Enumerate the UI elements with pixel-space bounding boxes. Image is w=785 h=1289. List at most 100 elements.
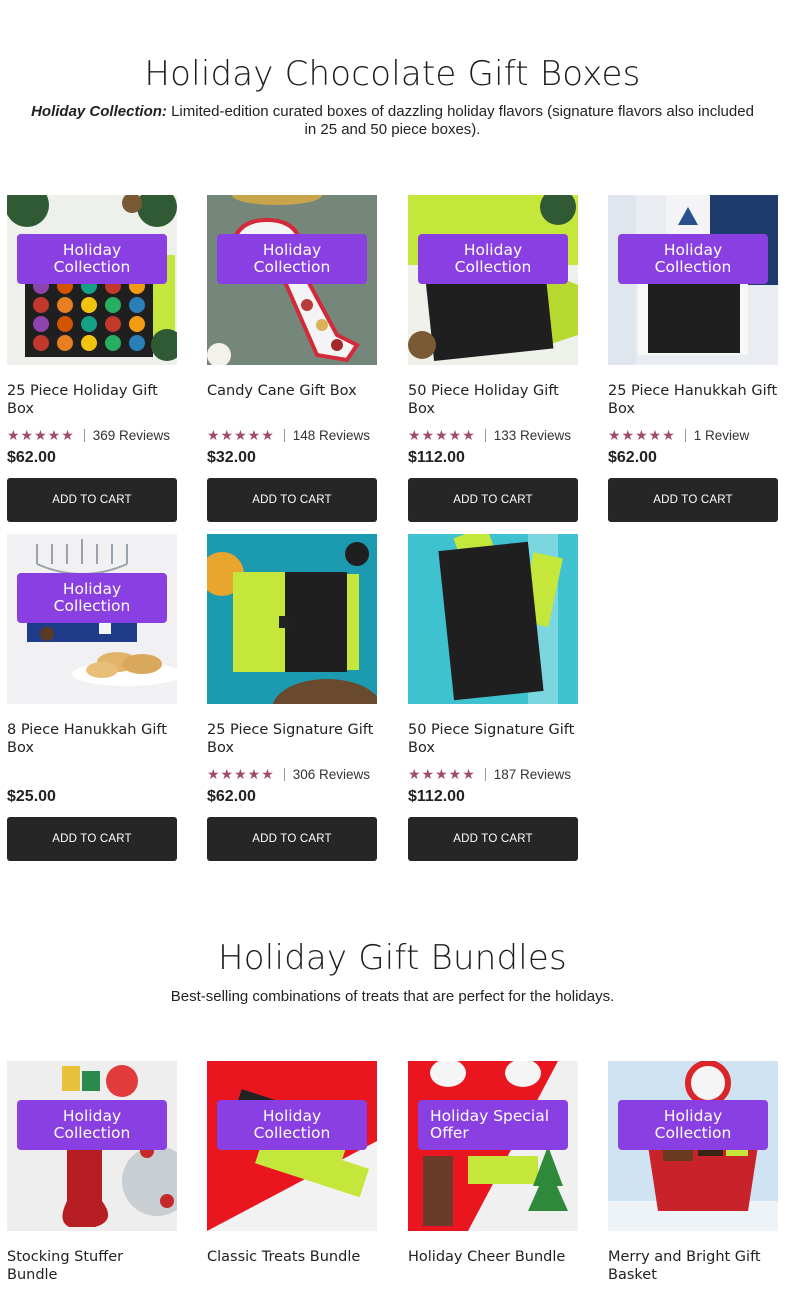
chocolate-piece xyxy=(33,335,49,351)
chocolate-piece xyxy=(81,316,97,332)
product-name[interactable]: 25 Piece Hanukkah Gift Box xyxy=(608,382,778,418)
product-image-link[interactable]: Holiday Collection xyxy=(608,195,778,365)
star-rating-icon: ★★★★★ xyxy=(408,426,476,443)
chocolate-piece xyxy=(105,335,121,351)
section-title-gift-boxes: Holiday Chocolate Gift Boxes xyxy=(144,54,641,94)
product-image-link[interactable] xyxy=(207,534,377,704)
chocolate-piece xyxy=(129,335,145,351)
review-count: 148 Reviews xyxy=(292,427,371,443)
product-rating[interactable]: ★★★★★ 369 Reviews xyxy=(7,426,177,444)
product-name[interactable]: Stocking Stuffer Bundle xyxy=(7,1248,177,1284)
product-card: Holiday Collection 8 Piece Hanukkah Gift… xyxy=(7,534,177,861)
product-rating[interactable]: ★★★★★ 1 Review xyxy=(608,426,778,444)
product-image-link[interactable]: Holiday Collection xyxy=(408,195,578,365)
review-count: 369 Reviews xyxy=(92,427,171,443)
product-image xyxy=(408,534,578,704)
bundle-image-link[interactable]: Holiday Collection xyxy=(207,1061,377,1231)
product-rating[interactable]: ★★★★★ 306 Reviews xyxy=(207,765,377,783)
bundle-card: Holiday Collection Classic Treats Bundle xyxy=(207,1061,377,1284)
product-image xyxy=(207,534,377,704)
add-to-cart-button[interactable]: ADD TO CART xyxy=(608,478,778,522)
product-card: 50 Piece Signature Gift Box ★★★★★ 187 Re… xyxy=(408,534,578,861)
holiday-collection-badge: Holiday Collection xyxy=(618,234,768,284)
product-name[interactable]: Classic Treats Bundle xyxy=(207,1248,377,1284)
divider xyxy=(484,767,486,781)
chocolate-piece xyxy=(129,297,145,313)
product-price: $112.00 xyxy=(408,449,465,466)
product-name[interactable]: 25 Piece Signature Gift Box xyxy=(207,721,377,757)
product-image-link[interactable]: Holiday Collection xyxy=(7,534,177,704)
chocolate-piece xyxy=(57,316,73,332)
chocolate-piece xyxy=(129,316,145,332)
holiday-collection-badge: Holiday Collection xyxy=(17,573,167,623)
chocolate-piece xyxy=(105,297,121,313)
bundle-card: Holiday Special Offer Holiday Cheer Bund… xyxy=(408,1061,578,1284)
product-card: 25 Piece Signature Gift Box ★★★★★ 306 Re… xyxy=(207,534,377,861)
holiday-special-offer-badge: Holiday Special Offer xyxy=(418,1100,568,1150)
product-image-link[interactable]: Holiday Collection xyxy=(207,195,377,365)
product-image-link[interactable]: Holiday Collection xyxy=(7,195,177,365)
holiday-collection-badge: Holiday Collection xyxy=(618,1100,768,1150)
product-rating[interactable]: ★★★★★ 133 Reviews xyxy=(408,426,578,444)
divider xyxy=(83,428,85,442)
product-rating[interactable]: ★★★★★ 187 Reviews xyxy=(408,765,578,783)
holiday-collection-badge: Holiday Collection xyxy=(217,234,367,284)
description-highlight: Holiday Collection: xyxy=(31,103,167,120)
chocolate-piece xyxy=(57,297,73,313)
divider xyxy=(283,767,285,781)
chocolate-piece xyxy=(33,297,49,313)
description-text: Limited-edition curated boxes of dazzlin… xyxy=(166,103,754,138)
add-to-cart-button[interactable]: ADD TO CART xyxy=(408,817,578,861)
product-name[interactable]: 50 Piece Holiday Gift Box xyxy=(408,382,578,418)
divider xyxy=(684,428,686,442)
star-rating-icon: ★★★★★ xyxy=(207,765,275,782)
product-price: $112.00 xyxy=(408,788,465,805)
chocolate-piece xyxy=(105,316,121,332)
holiday-collection-badge: Holiday Collection xyxy=(217,1100,367,1150)
add-to-cart-button[interactable]: ADD TO CART xyxy=(408,478,578,522)
add-to-cart-button[interactable]: ADD TO CART xyxy=(207,478,377,522)
product-card: Holiday Collection 25 Piece Holiday Gift… xyxy=(7,195,177,522)
chocolate-piece xyxy=(81,297,97,313)
product-name[interactable]: Merry and Bright Gift Basket xyxy=(608,1248,778,1284)
divider xyxy=(283,428,285,442)
star-rating-icon: ★★★★★ xyxy=(7,426,75,443)
review-count: 1 Review xyxy=(693,427,750,443)
review-count: 306 Reviews xyxy=(292,766,371,782)
bundle-image-link[interactable]: Holiday Special Offer xyxy=(408,1061,578,1231)
product-name[interactable]: Candy Cane Gift Box xyxy=(207,382,377,418)
product-price: $62.00 xyxy=(207,788,256,805)
chocolate-piece xyxy=(33,316,49,332)
product-name[interactable]: 50 Piece Signature Gift Box xyxy=(408,721,578,757)
bundle-image-link[interactable]: Holiday Collection xyxy=(7,1061,177,1231)
divider xyxy=(484,428,486,442)
product-card: Holiday Collection Candy Cane Gift Box ★… xyxy=(207,195,377,522)
star-rating-icon: ★★★★★ xyxy=(207,426,275,443)
product-card: Holiday Collection 50 Piece Holiday Gift… xyxy=(408,195,578,522)
product-name[interactable]: 25 Piece Holiday Gift Box xyxy=(7,382,177,418)
product-image-link[interactable] xyxy=(408,534,578,704)
product-name[interactable]: 8 Piece Hanukkah Gift Box xyxy=(7,721,177,757)
product-name[interactable]: Holiday Cheer Bundle xyxy=(408,1248,578,1284)
product-price: $32.00 xyxy=(207,449,256,466)
chocolate-piece xyxy=(81,335,97,351)
chocolate-piece xyxy=(57,335,73,351)
add-to-cart-button[interactable]: ADD TO CART xyxy=(7,817,177,861)
holiday-collection-badge: Holiday Collection xyxy=(418,234,568,284)
bundle-image-link[interactable]: Holiday Collection xyxy=(608,1061,778,1231)
holiday-collection-badge: Holiday Collection xyxy=(17,234,167,284)
review-count: 187 Reviews xyxy=(493,766,572,782)
bundle-card: Holiday Collection Merry and Bright Gift… xyxy=(608,1061,778,1284)
bundle-card: Holiday Collection Stocking Stuffer Bund… xyxy=(7,1061,177,1284)
product-price: $62.00 xyxy=(7,449,56,466)
add-to-cart-button[interactable]: ADD TO CART xyxy=(207,817,377,861)
section-description-gift-boxes: Holiday Collection: Limited-edition cura… xyxy=(30,103,755,139)
star-rating-icon: ★★★★★ xyxy=(608,426,676,443)
star-rating-icon: ★★★★★ xyxy=(408,765,476,782)
review-count: 133 Reviews xyxy=(493,427,572,443)
add-to-cart-button[interactable]: ADD TO CART xyxy=(7,478,177,522)
product-rating[interactable]: ★★★★★ 148 Reviews xyxy=(207,426,377,444)
section-description-gift-bundles: Best-selling combinations of treats that… xyxy=(170,988,615,1005)
section-title-gift-bundles: Holiday Gift Bundles xyxy=(218,938,567,978)
product-rating-empty xyxy=(7,765,177,783)
